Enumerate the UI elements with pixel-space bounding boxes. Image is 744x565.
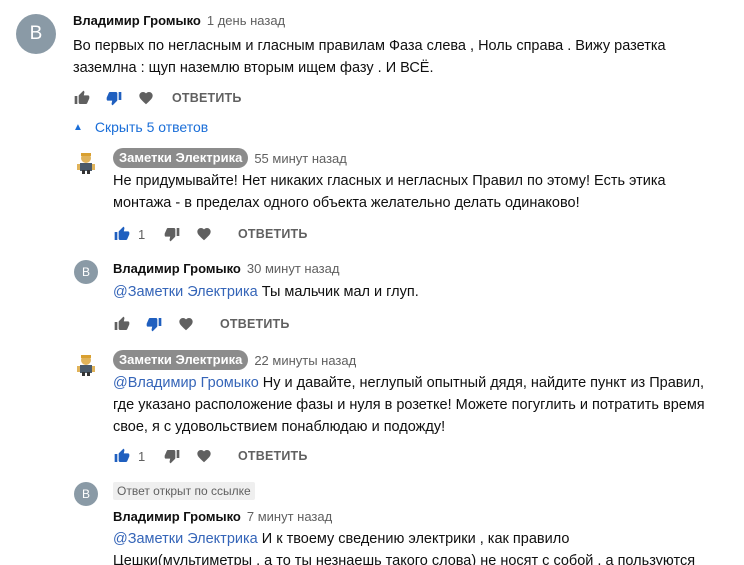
- reply-actions: 1 ОТВЕТИТЬ: [114, 224, 308, 244]
- mention-link[interactable]: @Заметки Электрика: [113, 531, 258, 547]
- like-icon[interactable]: [114, 226, 130, 242]
- reply-header: Заметки Электрика 22 минуты назад: [113, 350, 356, 370]
- avatar[interactable]: [74, 150, 98, 174]
- hide-replies-label: Скрыть 5 ответов: [94, 119, 209, 135]
- chevron-up-icon: ▲: [73, 121, 83, 133]
- mention-link[interactable]: @Заметки Электрика: [113, 284, 258, 300]
- heart-icon[interactable]: [138, 90, 154, 106]
- comment-text: Во первых по негласным и гласным правила…: [73, 38, 666, 76]
- timestamp[interactable]: 22 минуты назад: [254, 353, 356, 368]
- reply-actions: ОТВЕТИТЬ: [114, 314, 290, 334]
- author-name[interactable]: Владимир Громыко: [113, 261, 241, 276]
- dislike-icon[interactable]: [164, 226, 180, 242]
- hide-replies-button[interactable]: ▲ Скрыть 5 ответов: [73, 119, 208, 135]
- reply-button[interactable]: ОТВЕТИТЬ: [238, 449, 308, 463]
- reply-text: @Заметки Электрика И к твоему сведению э…: [113, 531, 696, 565]
- avatar[interactable]: [74, 352, 98, 376]
- avatar[interactable]: В: [16, 14, 56, 54]
- reply-header: Заметки Электрика 55 минут назад: [113, 148, 347, 168]
- channel-author-badge[interactable]: Заметки Электрика: [113, 148, 249, 168]
- channel-author-badge[interactable]: Заметки Электрика: [113, 350, 249, 370]
- heart-icon[interactable]: [196, 448, 212, 464]
- timestamp[interactable]: 1 день назад: [207, 13, 285, 28]
- reply-button[interactable]: ОТВЕТИТЬ: [238, 227, 308, 241]
- reply-text: Не придумывайте! Нет никаких гласных и н…: [113, 173, 666, 211]
- dislike-icon[interactable]: [164, 448, 180, 464]
- avatar[interactable]: В: [74, 260, 98, 284]
- author-name[interactable]: Владимир Громыко: [73, 13, 201, 28]
- mention-link[interactable]: @Владимир Громыко: [113, 375, 259, 391]
- like-icon[interactable]: [114, 448, 130, 464]
- like-icon[interactable]: [114, 316, 130, 332]
- timestamp[interactable]: 55 минут назад: [254, 151, 347, 166]
- linked-reply-badge: Ответ открыт по ссылке: [113, 482, 255, 500]
- reply-button[interactable]: ОТВЕТИТЬ: [172, 91, 242, 105]
- reply-text: @Заметки Электрика Ты мальчик мал и глуп…: [113, 284, 419, 300]
- dislike-icon[interactable]: [106, 90, 122, 106]
- comment-header: Владимир Громыко 1 день назад: [73, 13, 285, 28]
- like-count: 1: [138, 226, 146, 242]
- like-icon[interactable]: [74, 90, 90, 106]
- heart-icon[interactable]: [196, 226, 212, 242]
- comment-actions: ОТВЕТИТЬ: [74, 88, 242, 108]
- reply-header: Владимир Громыко 7 минут назад: [113, 509, 332, 524]
- reply-header: Владимир Громыко 30 минут назад: [113, 261, 339, 276]
- avatar[interactable]: В: [74, 482, 98, 506]
- reply-actions: 1 ОТВЕТИТЬ: [114, 446, 308, 466]
- timestamp[interactable]: 7 минут назад: [247, 509, 332, 524]
- reply-text: @Владимир Громыко Ну и давайте, неглупый…: [113, 375, 705, 435]
- timestamp[interactable]: 30 минут назад: [247, 261, 340, 276]
- reply-button[interactable]: ОТВЕТИТЬ: [220, 317, 290, 331]
- dislike-icon[interactable]: [146, 316, 162, 332]
- pinned-badge-row: Ответ открыт по ссылке: [113, 482, 255, 500]
- heart-icon[interactable]: [178, 316, 194, 332]
- author-name[interactable]: Владимир Громыко: [113, 509, 241, 524]
- like-count: 1: [138, 448, 146, 464]
